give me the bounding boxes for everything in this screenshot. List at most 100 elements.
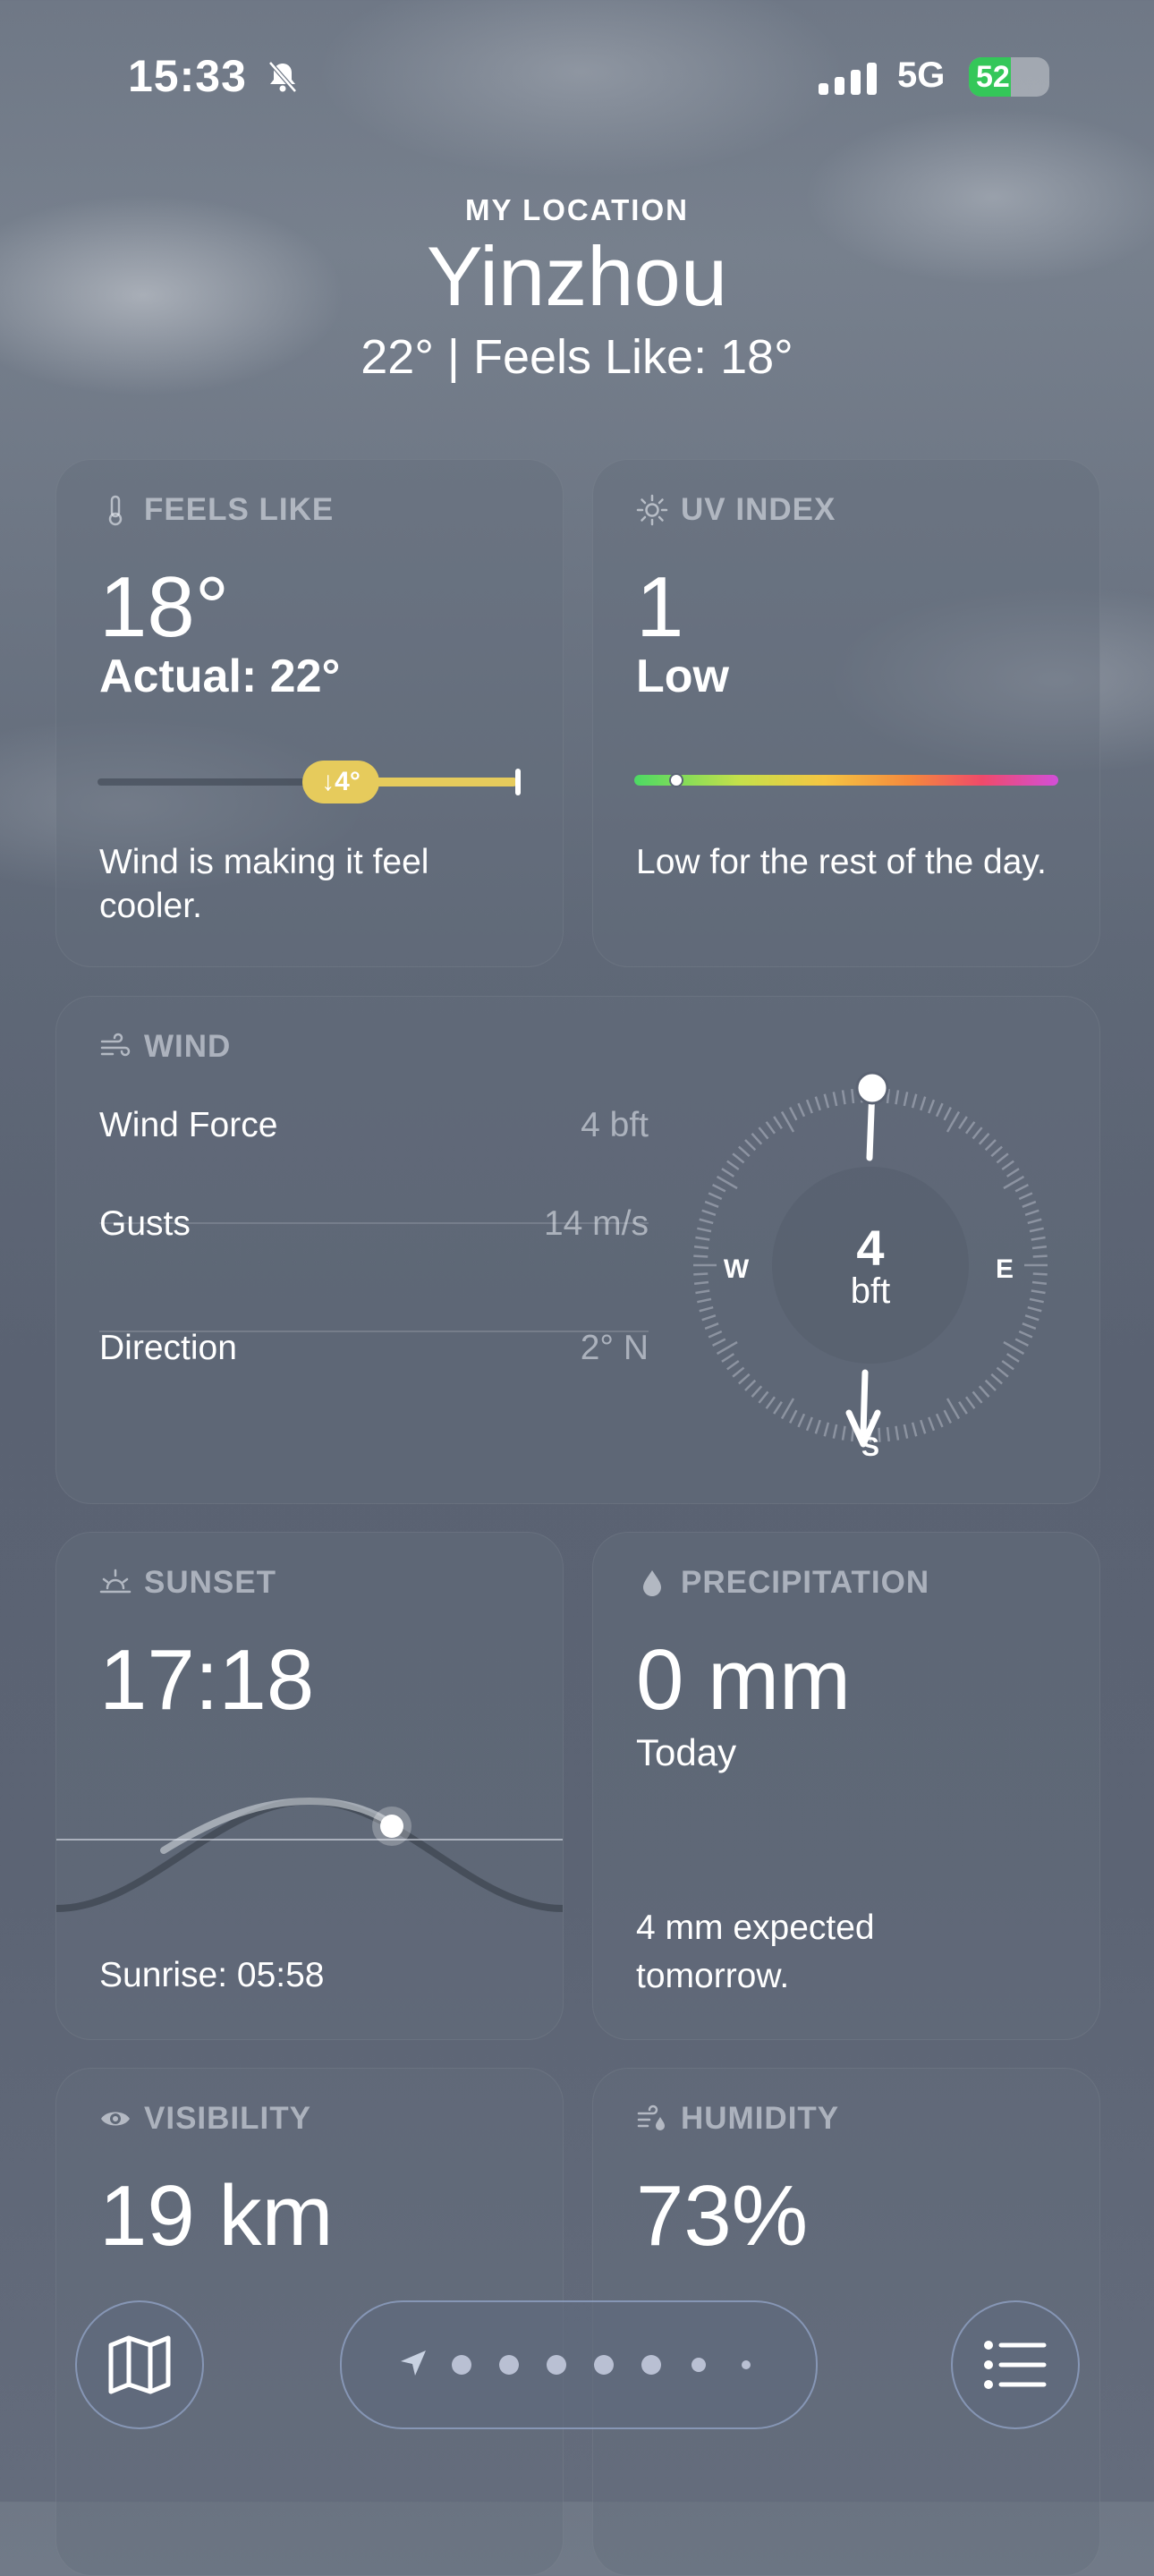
compass-tick [788,1107,798,1121]
compass-tick [832,1092,838,1107]
compass-tick [996,1366,1009,1378]
precipitation-card[interactable]: PRECIPITATION 0 mm Today 4 mm expected t… [592,1532,1100,2040]
compass-tick [935,1102,944,1118]
feels-like-card[interactable]: FEELS LIKE 18° Actual: 22° ↓4° Wind is m… [55,459,564,967]
uv-index-description: Low for the rest of the day. [636,843,1047,881]
wind-title: WIND [144,1029,232,1064]
network-type: 5G [897,55,946,95]
compass-tick [1031,1280,1048,1285]
card-header: VISIBILITY [99,2101,311,2137]
compass-tick [1024,1209,1039,1216]
compass-tick [911,1422,918,1437]
sun-path-graph [56,1797,563,1912]
compass-tick [716,1340,738,1356]
compass-tick [1014,1338,1029,1348]
sun-icon [636,494,668,526]
compass-tick [697,1227,712,1233]
compass-tick [958,1400,968,1415]
compass-tick [726,1359,740,1371]
compass-tick [1031,1236,1046,1241]
page-dot[interactable] [547,2355,566,2375]
compass-tick [701,1209,717,1216]
page-dot[interactable] [594,2355,614,2375]
compass-tick [697,1297,712,1304]
compass-tick [726,1160,740,1171]
wind-row-direction: Direction 2° N [99,1295,649,1402]
uv-index-card[interactable]: UV INDEX 1 Low Low for the rest of the d… [592,459,1100,967]
locations-list-button[interactable] [951,2300,1080,2429]
wind-card[interactable]: WIND Wind Force 4 bft Gusts 14 m/s Direc… [55,996,1100,1504]
feels-like-title: FEELS LIKE [144,492,335,527]
compass-tick [708,1192,723,1201]
compass-tick [851,1088,855,1104]
uv-index-title: UV INDEX [681,492,836,527]
compass-tick [903,1092,909,1107]
compass-tick [765,1121,776,1135]
compass-tick [886,1426,890,1442]
compass-tick [732,1366,745,1378]
compass-tick [732,1152,745,1164]
gusts-value: 14 m/s [543,1204,649,1243]
uv-scale-bar [634,773,1058,787]
compass-tick [895,1090,900,1105]
compass-tick [946,1398,961,1420]
page-indicator[interactable] [340,2300,818,2429]
thermometer-icon [108,495,123,526]
sun-position-marker [380,1815,403,1838]
visibility-title: VISIBILITY [144,2101,311,2136]
wind-force-label: Wind Force [99,1106,278,1144]
compass-tick [797,1413,806,1428]
feels-like-value: 18° [99,559,230,655]
compass-tick [693,1280,709,1285]
uv-index-value: 1 [636,559,684,655]
eye-icon [101,2112,130,2126]
compass-tick [1018,1192,1033,1201]
list-icon [984,2341,1047,2389]
compass-tick [693,1272,709,1276]
actual-temperature-marker [515,769,521,795]
compass-tick [964,1121,976,1135]
page-dot[interactable] [452,2355,471,2375]
compass-tick [1024,1314,1039,1322]
map-button[interactable] [75,2300,204,2429]
compass-tick [946,1110,961,1133]
compass-tick [805,1416,813,1432]
compass-tick [805,1099,813,1114]
compass-tick [1014,1183,1029,1193]
compass-tick [1032,1254,1048,1258]
card-header: HUMIDITY [636,2101,839,2137]
page-dot[interactable] [742,2360,751,2369]
uv-index-marker [669,773,684,787]
compass-tick [814,1096,821,1111]
compass-tick [773,1116,783,1130]
sunset-title: SUNSET [144,1565,276,1600]
compass-tick [744,1379,757,1391]
direction-label: Direction [99,1329,237,1367]
compass-tick [1003,1175,1025,1190]
compass-tick [1031,1289,1046,1295]
precipitation-value: 0 mm [636,1632,851,1728]
page-dot[interactable] [641,2355,661,2375]
compass-tick [1022,1322,1037,1331]
page-dot[interactable] [499,2355,519,2375]
compass-tick [693,1245,709,1250]
sunset-time: 17:18 [99,1632,315,1728]
page-dot[interactable] [692,2358,706,2372]
compass-tick [943,1409,953,1424]
compass-tick [721,1353,735,1363]
compass-tick [1027,1218,1042,1225]
compass-tick [738,1145,751,1158]
direction-value: 2° N [580,1329,649,1367]
compass-tick [1027,1305,1042,1313]
card-header: PRECIPITATION [636,1565,929,1601]
wind-row-force: Wind Force 4 bft [99,1072,649,1179]
sunset-card[interactable]: SUNSET 17:18 Sunrise: 05:58 [55,1532,564,2040]
wind-force-center-unit: bft [851,1271,890,1311]
compass-tick [935,1413,944,1428]
card-header: SUNSET [99,1565,276,1601]
compass-tick [984,1379,997,1391]
compass-tick [708,1330,723,1339]
wind-icon [100,1033,131,1057]
compass-tick [823,1093,830,1109]
wind-force-value: 4 bft [581,1106,649,1144]
